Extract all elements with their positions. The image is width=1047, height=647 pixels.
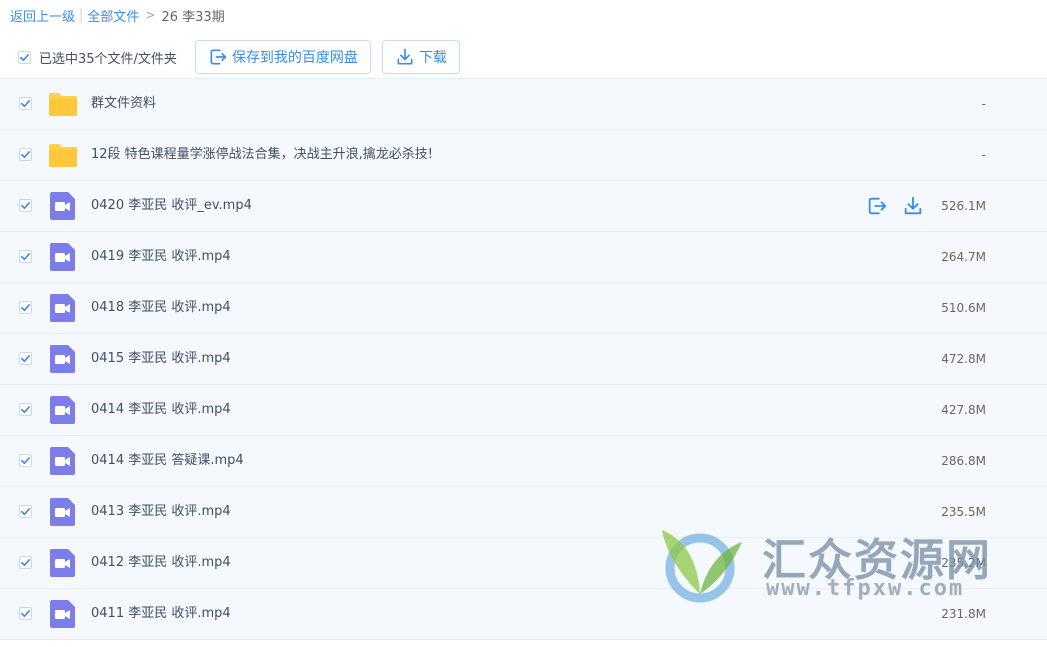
folder-icon — [49, 93, 77, 116]
file-name[interactable]: 群文件资料 — [91, 79, 156, 129]
file-size: 231.8M — [941, 607, 986, 621]
file-name[interactable]: 0419 李亚民 收评.mp4 — [91, 232, 231, 282]
check-icon — [21, 100, 30, 108]
file-size: 264.7M — [941, 250, 986, 264]
video-file-icon — [50, 447, 75, 475]
file-size: 510.6M — [941, 301, 986, 315]
row-checkbox[interactable] — [19, 250, 32, 263]
video-file-icon — [50, 549, 75, 577]
folder-icon — [49, 144, 77, 167]
check-icon — [21, 202, 30, 210]
save-export-icon — [210, 49, 227, 65]
row-checkbox[interactable] — [19, 97, 32, 110]
file-row[interactable]: 0415 李亚民 收评.mp4 472.8M — [0, 334, 1047, 385]
file-row[interactable]: 0413 李亚民 收评.mp4 235.5M — [0, 487, 1047, 538]
file-name[interactable]: 0420 李亚民 收评_ev.mp4 — [91, 181, 252, 231]
toolbar: 已选中35个文件/文件夹 保存到我的百度网盘 下载 — [18, 39, 471, 75]
file-name[interactable]: 0415 李亚民 收评.mp4 — [91, 334, 231, 384]
save-to-netdisk-button[interactable]: 保存到我的百度网盘 — [194, 40, 371, 74]
video-file-icon — [50, 243, 75, 271]
save-button-label: 保存到我的百度网盘 — [231, 49, 358, 65]
file-size: 472.8M — [941, 352, 986, 366]
file-row[interactable]: 0418 李亚民 收评.mp4 510.6M — [0, 283, 1047, 334]
video-file-icon — [50, 600, 75, 628]
file-size: 526.1M — [941, 199, 986, 213]
row-checkbox[interactable] — [19, 403, 32, 416]
file-row[interactable]: 0420 李亚民 收评_ev.mp4 526.1M — [0, 181, 1047, 232]
file-list: 群文件资料 - 12段 特色课程量学涨停战法合集，决战主升浪,擒龙必杀技! - 0420… — [0, 78, 1047, 640]
breadcrumb-current: 26 李33期 — [161, 9, 225, 25]
breadcrumb-arrow-icon: > — [145, 8, 156, 22]
file-name[interactable]: 0413 李亚民 收评.mp4 — [91, 487, 231, 537]
file-name[interactable]: 12段 特色课程量学涨停战法合集，决战主升浪,擒龙必杀技! — [91, 130, 433, 180]
select-all-checkbox[interactable] — [18, 50, 31, 64]
row-checkbox[interactable] — [19, 301, 32, 314]
file-size: 286.8M — [941, 454, 986, 468]
row-checkbox[interactable] — [19, 505, 32, 518]
row-checkbox[interactable] — [19, 607, 32, 620]
check-icon — [21, 559, 30, 567]
file-row[interactable]: 群文件资料 - — [0, 79, 1047, 130]
video-file-icon — [50, 192, 75, 220]
row-download-icon[interactable] — [902, 195, 924, 217]
row-checkbox[interactable] — [19, 454, 32, 467]
check-icon — [21, 253, 30, 261]
row-actions — [866, 195, 924, 217]
file-size: 235.2M — [941, 556, 986, 570]
file-size: 427.8M — [941, 403, 986, 417]
back-link[interactable]: 返回上一级 — [10, 6, 75, 25]
file-size: - — [981, 97, 986, 111]
check-icon — [21, 406, 30, 414]
file-size: 235.5M — [941, 505, 986, 519]
video-file-icon — [50, 294, 75, 322]
file-row[interactable]: 0414 李亚民 答疑课.mp4 286.8M — [0, 436, 1047, 487]
file-name[interactable]: 0418 李亚民 收评.mp4 — [91, 283, 231, 333]
video-file-icon — [50, 498, 75, 526]
file-size: - — [981, 148, 986, 162]
row-checkbox[interactable] — [19, 148, 32, 161]
file-row[interactable]: 0419 李亚民 收评.mp4 264.7M — [0, 232, 1047, 283]
all-files-link[interactable]: 全部文件 — [87, 6, 139, 25]
download-button[interactable]: 下载 — [381, 40, 460, 74]
check-icon — [21, 151, 30, 159]
file-name[interactable]: 0414 李亚民 答疑课.mp4 — [91, 436, 244, 486]
selected-count-label: 已选中35个文件/文件夹 — [39, 51, 177, 67]
check-icon — [21, 610, 30, 618]
video-file-icon — [50, 396, 75, 424]
check-icon — [21, 355, 30, 363]
download-icon — [397, 48, 413, 65]
breadcrumb: 返回上一级 | 全部文件 > 26 李33期 — [10, 5, 225, 25]
video-file-icon — [50, 345, 75, 373]
file-row[interactable]: 0414 李亚民 收评.mp4 427.8M — [0, 385, 1047, 436]
row-checkbox[interactable] — [19, 199, 32, 212]
file-row[interactable]: 12段 特色课程量学涨停战法合集，决战主升浪,擒龙必杀技! - — [0, 130, 1047, 181]
row-checkbox[interactable] — [19, 352, 32, 365]
download-button-label: 下载 — [418, 49, 447, 65]
file-name[interactable]: 0411 李亚民 收评.mp4 — [91, 589, 231, 639]
check-icon — [21, 457, 30, 465]
check-icon — [21, 304, 30, 312]
check-icon — [20, 53, 29, 61]
file-row[interactable]: 0411 李亚民 收评.mp4 231.8M — [0, 589, 1047, 640]
file-row[interactable]: 0412 李亚民 收评.mp4 235.2M — [0, 538, 1047, 589]
file-name[interactable]: 0412 李亚民 收评.mp4 — [91, 538, 231, 588]
row-save-icon[interactable] — [866, 195, 888, 217]
breadcrumb-divider: | — [79, 7, 84, 23]
file-name[interactable]: 0414 李亚民 收评.mp4 — [91, 385, 231, 435]
row-checkbox[interactable] — [19, 556, 32, 569]
check-icon — [21, 508, 30, 516]
